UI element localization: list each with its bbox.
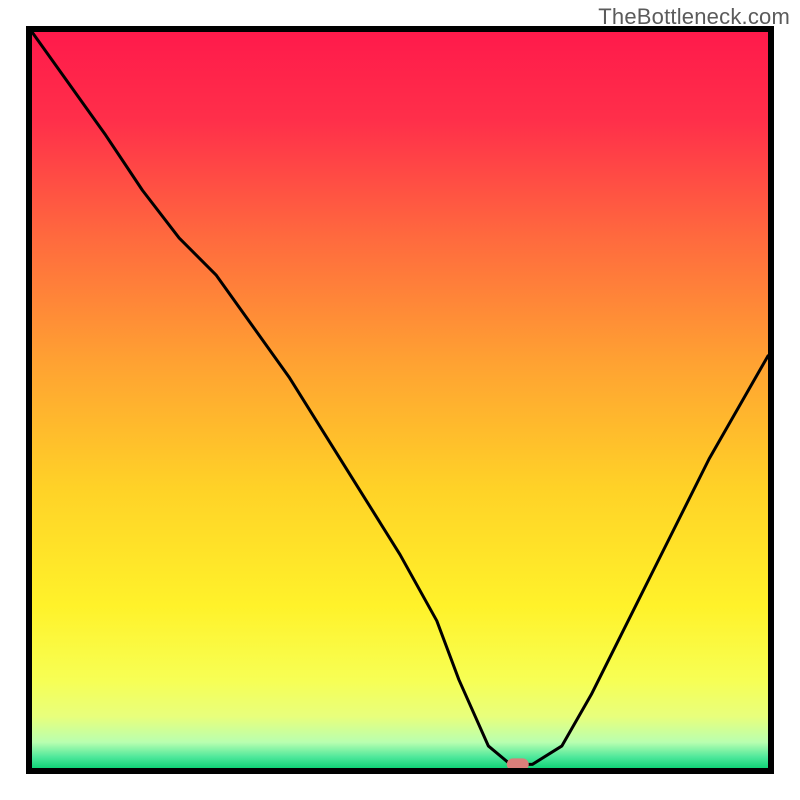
bottleneck-chart: [0, 0, 800, 800]
gradient-background: [32, 32, 768, 768]
chart-container: TheBottleneck.com: [0, 0, 800, 800]
plot-area: [29, 29, 771, 771]
watermark-text: TheBottleneck.com: [598, 4, 790, 30]
